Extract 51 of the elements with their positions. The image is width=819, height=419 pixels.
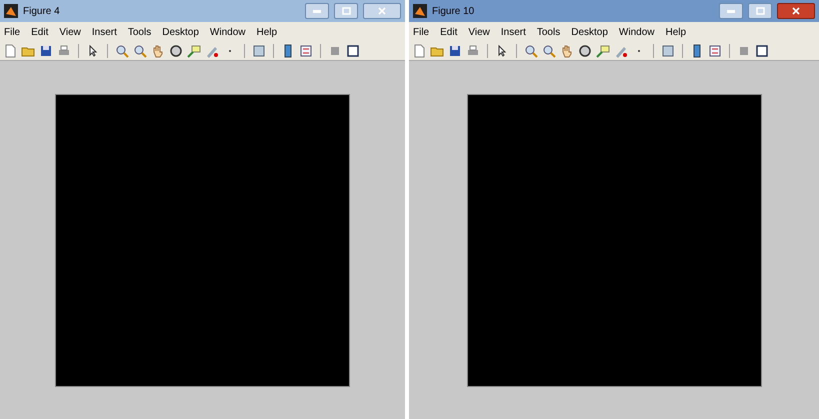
zoom-in-icon[interactable] (115, 44, 129, 58)
close-icon (792, 7, 800, 15)
menu-item[interactable]: Help (256, 24, 278, 40)
maximize-icon (342, 7, 350, 15)
window-title: Figure 4 (23, 4, 60, 18)
save-icon[interactable] (39, 44, 53, 58)
dock-window-icon[interactable] (755, 44, 769, 58)
save-icon[interactable] (448, 44, 462, 58)
minimize-icon (727, 10, 735, 12)
data-cursor-icon[interactable] (187, 44, 201, 58)
menu-item[interactable]: Tools (536, 24, 560, 40)
legend-icon[interactable] (299, 44, 313, 58)
close-button[interactable] (777, 3, 815, 19)
menu-item[interactable]: Window (618, 24, 654, 40)
menu-item[interactable]: Window (210, 24, 246, 40)
zoom-out-icon[interactable] (542, 44, 556, 58)
minimize-button[interactable] (305, 3, 329, 19)
menu-item[interactable]: Help (666, 24, 686, 40)
menu-item[interactable]: Edit (440, 24, 458, 40)
zoom-in-icon[interactable] (524, 44, 538, 58)
maximize-button[interactable] (334, 3, 358, 19)
print-icon[interactable] (466, 44, 480, 58)
data-cursor-icon[interactable] (596, 44, 610, 58)
brush-icon[interactable] (614, 44, 628, 58)
new-file-icon[interactable] (412, 44, 426, 58)
legend-icon[interactable] (708, 44, 722, 58)
menu-item[interactable]: Desktop (571, 24, 608, 40)
maximize-icon (756, 7, 764, 15)
brush-icon[interactable] (205, 44, 219, 58)
menu-item[interactable]: View (59, 24, 81, 40)
hand-icon[interactable] (560, 44, 574, 58)
menu-item[interactable]: View (468, 24, 490, 40)
minimize-button[interactable] (719, 3, 743, 19)
app-logo-icon (4, 4, 18, 18)
maximize-button[interactable] (748, 3, 772, 19)
window-title: Figure 10 (432, 4, 474, 18)
minimize-icon (313, 10, 321, 12)
new-file-icon[interactable] (3, 44, 17, 58)
hand-icon[interactable] (151, 44, 165, 58)
menu-item[interactable]: Tools (128, 24, 152, 40)
dock-window-icon[interactable] (346, 44, 360, 58)
menu-item[interactable]: Edit (31, 24, 48, 40)
print-icon[interactable] (57, 44, 71, 58)
menu-item[interactable]: Desktop (162, 24, 199, 40)
menu-item[interactable]: Insert (500, 24, 526, 40)
zoom-out-icon[interactable] (133, 44, 147, 58)
menu-item[interactable]: Insert (92, 24, 117, 40)
app-logo-icon (413, 4, 427, 18)
menu-item[interactable]: File (413, 24, 430, 40)
menu-item[interactable]: File (4, 24, 20, 40)
close-icon (378, 7, 386, 15)
